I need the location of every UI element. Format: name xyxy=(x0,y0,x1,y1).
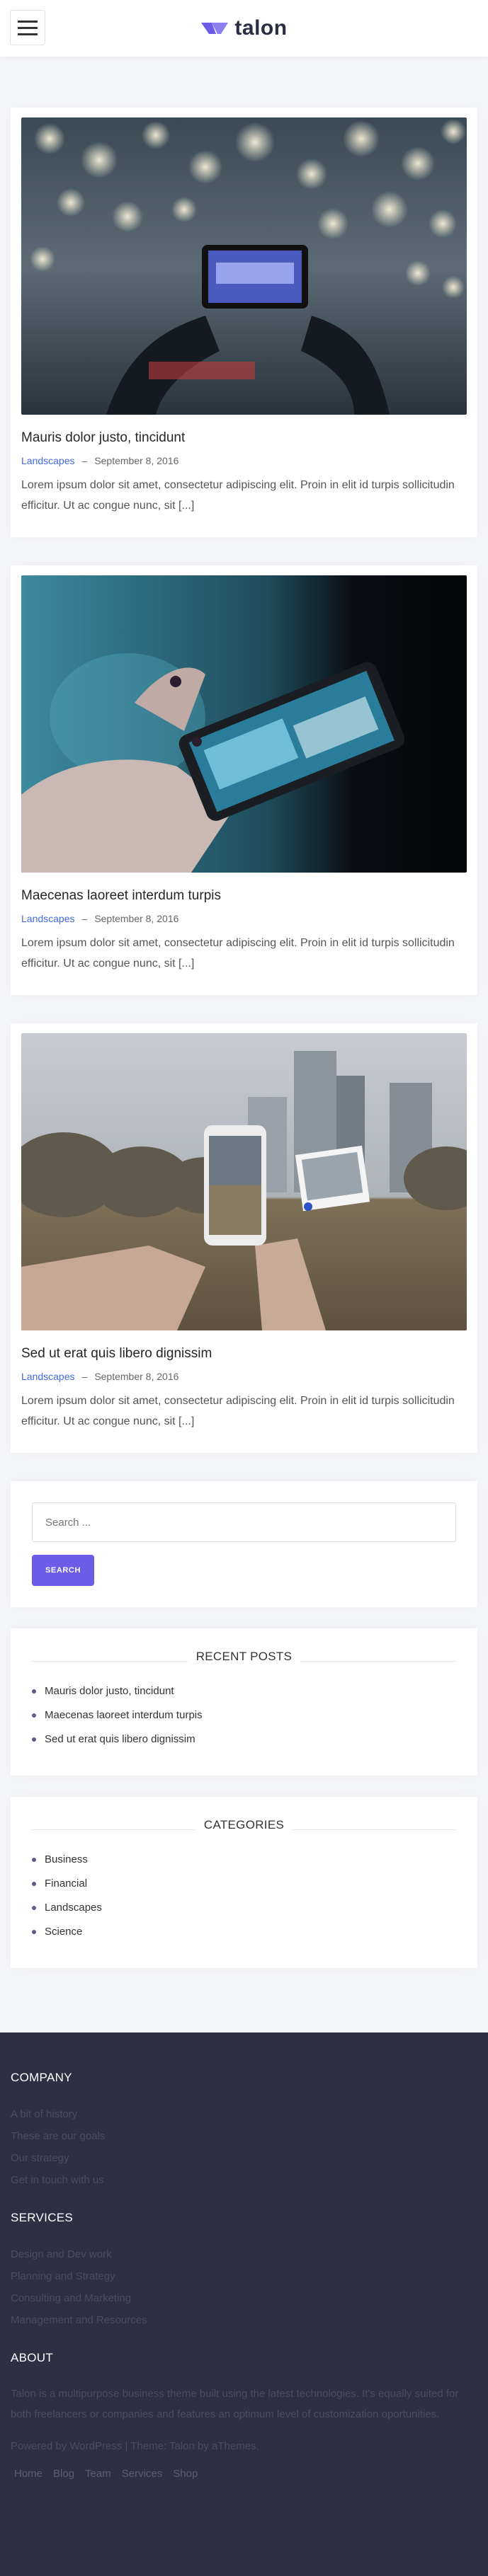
footer-nav: Home Blog Team Services Shop xyxy=(11,2468,477,2480)
category-link[interactable]: Financial xyxy=(45,1872,87,1896)
bullet-icon xyxy=(32,1906,36,1910)
hamburger-bar xyxy=(18,20,38,23)
footer-nav-home[interactable]: Home xyxy=(14,2468,42,2480)
list-item[interactable]: Science xyxy=(32,1920,456,1944)
list-item[interactable]: Sed ut erat quis libero dignissim xyxy=(32,1727,456,1752)
footer-heading-about: ABOUT xyxy=(11,2351,54,2364)
footer-link[interactable]: A bit of history xyxy=(11,2103,477,2125)
widget-title: RECENT POSTS xyxy=(187,1650,301,1664)
bullet-icon xyxy=(32,1689,36,1694)
footer-nav-services[interactable]: Services xyxy=(122,2468,163,2480)
post-card: Mauris dolor justo, tincidunt Landscapes… xyxy=(11,108,477,537)
widget-title-row: CATEGORIES xyxy=(32,1818,456,1839)
post-category-link[interactable]: Landscapes xyxy=(21,455,75,466)
footer-link[interactable]: Planning and Strategy xyxy=(11,2265,477,2287)
search-button[interactable]: SEARCH xyxy=(32,1555,94,1586)
recent-post-link[interactable]: Mauris dolor justo, tincidunt xyxy=(45,1679,174,1703)
footer-nav-team[interactable]: Team xyxy=(85,2468,111,2480)
post-date[interactable]: September 8, 2016 xyxy=(94,1371,178,1382)
post-card: Sed ut erat quis libero dignissim Landsc… xyxy=(11,1023,477,1453)
widget-title: CATEGORIES xyxy=(195,1818,293,1832)
footer-link[interactable]: Management and Resources xyxy=(11,2309,477,2331)
footer-link[interactable]: Consulting and Marketing xyxy=(11,2287,477,2309)
site-logo[interactable]: talon xyxy=(200,16,287,40)
bullet-icon xyxy=(32,1930,36,1934)
recent-posts-list: Mauris dolor justo, tincidunt Maecenas l… xyxy=(32,1679,456,1752)
meta-separator: – xyxy=(81,455,88,466)
hamburger-icon[interactable] xyxy=(10,10,45,45)
footer-link[interactable]: Design and Dev work xyxy=(11,2243,477,2265)
talon-logo-icon xyxy=(201,23,229,34)
bullet-icon xyxy=(32,1737,36,1742)
recent-post-link[interactable]: Maecenas laoreet interdum turpis xyxy=(45,1703,203,1727)
site-footer: COMPANY A bit of history These are our g… xyxy=(0,2032,488,2576)
category-link[interactable]: Landscapes xyxy=(45,1896,102,1920)
post-list: Mauris dolor justo, tincidunt Landscapes… xyxy=(0,57,488,1968)
list-item[interactable]: Mauris dolor justo, tincidunt xyxy=(32,1679,456,1703)
post-date[interactable]: September 8, 2016 xyxy=(94,913,178,924)
post-thumbnail[interactable] xyxy=(21,575,467,873)
category-link[interactable]: Business xyxy=(45,1848,88,1872)
post-meta: Landscapes – September 8, 2016 xyxy=(21,1371,467,1382)
footer-nav-blog[interactable]: Blog xyxy=(53,2468,74,2480)
post-card: Maecenas laoreet interdum turpis Landsca… xyxy=(11,565,477,995)
footer-nav-shop[interactable]: Shop xyxy=(173,2468,198,2480)
meta-separator: – xyxy=(81,913,88,924)
post-title[interactable]: Maecenas laoreet interdum turpis xyxy=(21,888,467,904)
footer-services-list: Design and Dev work Planning and Strateg… xyxy=(11,2243,477,2331)
site-header: talon xyxy=(0,0,488,57)
recent-posts-widget: RECENT POSTS Mauris dolor justo, tincidu… xyxy=(11,1628,477,1776)
search-widget: SEARCH xyxy=(11,1481,477,1607)
post-thumbnail[interactable] xyxy=(21,1033,467,1330)
footer-company-list: A bit of history These are our goals Our… xyxy=(11,2103,477,2191)
list-item[interactable]: Maecenas laoreet interdum turpis xyxy=(32,1703,456,1727)
footer-about-text: Talon is a multipurpose business theme b… xyxy=(11,2388,459,2420)
bullet-icon xyxy=(32,1858,36,1862)
post-category-link[interactable]: Landscapes xyxy=(21,1371,75,1382)
list-item[interactable]: Business xyxy=(32,1848,456,1872)
post-thumbnail[interactable] xyxy=(21,117,467,415)
post-excerpt: Lorem ipsum dolor sit amet, consectetur … xyxy=(21,479,455,512)
meta-separator: – xyxy=(81,1371,88,1382)
category-link[interactable]: Science xyxy=(45,1920,82,1944)
brand-name: talon xyxy=(234,16,288,40)
post-date[interactable]: September 8, 2016 xyxy=(94,455,178,466)
post-category-link[interactable]: Landscapes xyxy=(21,913,75,924)
post-title[interactable]: Sed ut erat quis libero dignissim xyxy=(21,1346,467,1362)
list-item[interactable]: Landscapes xyxy=(32,1896,456,1920)
bullet-icon xyxy=(32,1882,36,1886)
footer-link[interactable]: Get in touch with us xyxy=(11,2169,477,2191)
list-item[interactable]: Financial xyxy=(32,1872,456,1896)
widget-title-row: RECENT POSTS xyxy=(32,1650,456,1671)
footer-link[interactable]: Our strategy xyxy=(11,2147,477,2169)
post-excerpt: Lorem ipsum dolor sit amet, consectetur … xyxy=(21,937,455,970)
footer-heading-services: SERVICES xyxy=(11,2211,74,2224)
recent-post-link[interactable]: Sed ut erat quis libero dignissim xyxy=(45,1727,195,1752)
footer-credit[interactable]: Powered by WordPress | Theme: Talon by a… xyxy=(11,2440,477,2452)
search-input[interactable] xyxy=(32,1502,456,1542)
bullet-icon xyxy=(32,1713,36,1718)
footer-heading-company: COMPANY xyxy=(11,2071,72,2084)
post-meta: Landscapes – September 8, 2016 xyxy=(21,913,467,924)
post-meta: Landscapes – September 8, 2016 xyxy=(21,455,467,466)
categories-widget: CATEGORIES Business Financial Landscapes… xyxy=(11,1797,477,1968)
post-excerpt: Lorem ipsum dolor sit amet, consectetur … xyxy=(21,1395,455,1427)
hamburger-bar xyxy=(18,33,38,35)
hamburger-bar xyxy=(18,26,38,29)
post-title[interactable]: Mauris dolor justo, tincidunt xyxy=(21,430,467,446)
categories-list: Business Financial Landscapes Science xyxy=(32,1848,456,1944)
footer-link[interactable]: These are our goals xyxy=(11,2125,477,2147)
